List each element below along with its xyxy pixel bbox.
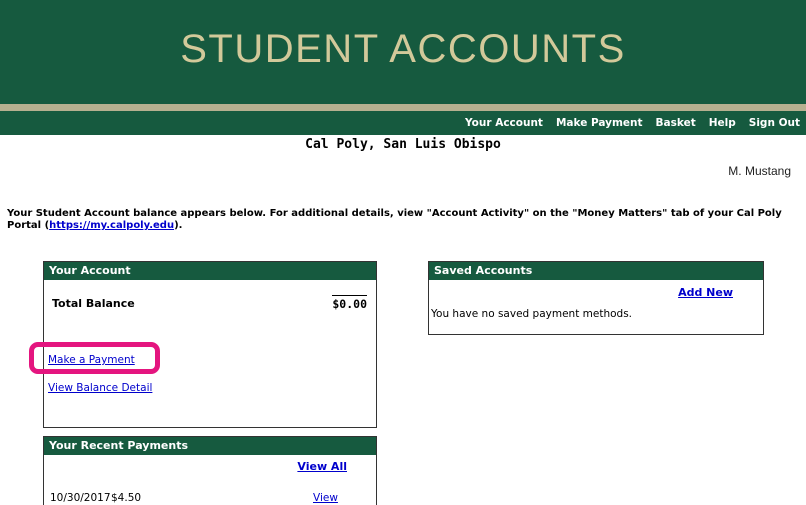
top-nav: Your Account Make Payment Basket Help Si… xyxy=(0,111,806,135)
no-saved-message: You have no saved payment methods. xyxy=(431,308,633,320)
payment-view-link[interactable]: View xyxy=(313,492,338,504)
recent-payments-panel: Your Recent Payments View All 10/30/2017… xyxy=(43,436,377,505)
your-account-header: Your Account xyxy=(44,262,376,280)
payment-date: 10/30/2017 xyxy=(50,492,111,504)
banner-stripe xyxy=(0,104,806,111)
add-new-link[interactable]: Add New xyxy=(678,286,733,299)
nav-help[interactable]: Help xyxy=(709,117,736,129)
site-title: STUDENT ACCOUNTS xyxy=(180,26,626,71)
total-balance-label: Total Balance xyxy=(52,297,135,310)
nav-your-account[interactable]: Your Account xyxy=(465,117,543,129)
total-balance-value: $0.00 xyxy=(332,295,367,311)
saved-accounts-panel: Saved Accounts Add New You have no saved… xyxy=(428,261,764,335)
view-all-link[interactable]: View All xyxy=(297,460,347,473)
saved-accounts-header: Saved Accounts xyxy=(429,262,763,280)
nav-make-payment[interactable]: Make Payment xyxy=(556,117,643,129)
nav-basket[interactable]: Basket xyxy=(656,117,696,129)
payment-amount: $4.50 xyxy=(111,492,142,504)
nav-sign-out[interactable]: Sign Out xyxy=(749,117,800,129)
user-name: M. Mustang xyxy=(728,164,791,178)
campus-name: Cal Poly, San Luis Obispo xyxy=(305,137,501,152)
portal-link[interactable]: https://my.calpoly.edu xyxy=(49,220,174,231)
highlight-annotation xyxy=(29,342,160,374)
intro-suffix: ). xyxy=(174,220,183,231)
intro-text: Your Student Account balance appears bel… xyxy=(7,208,797,232)
recent-payments-header: Your Recent Payments xyxy=(44,437,376,455)
header-banner: STUDENT ACCOUNTS xyxy=(0,0,806,111)
view-balance-detail-link[interactable]: View Balance Detail xyxy=(48,382,152,394)
nav-links: Your Account Make Payment Basket Help Si… xyxy=(452,111,800,135)
